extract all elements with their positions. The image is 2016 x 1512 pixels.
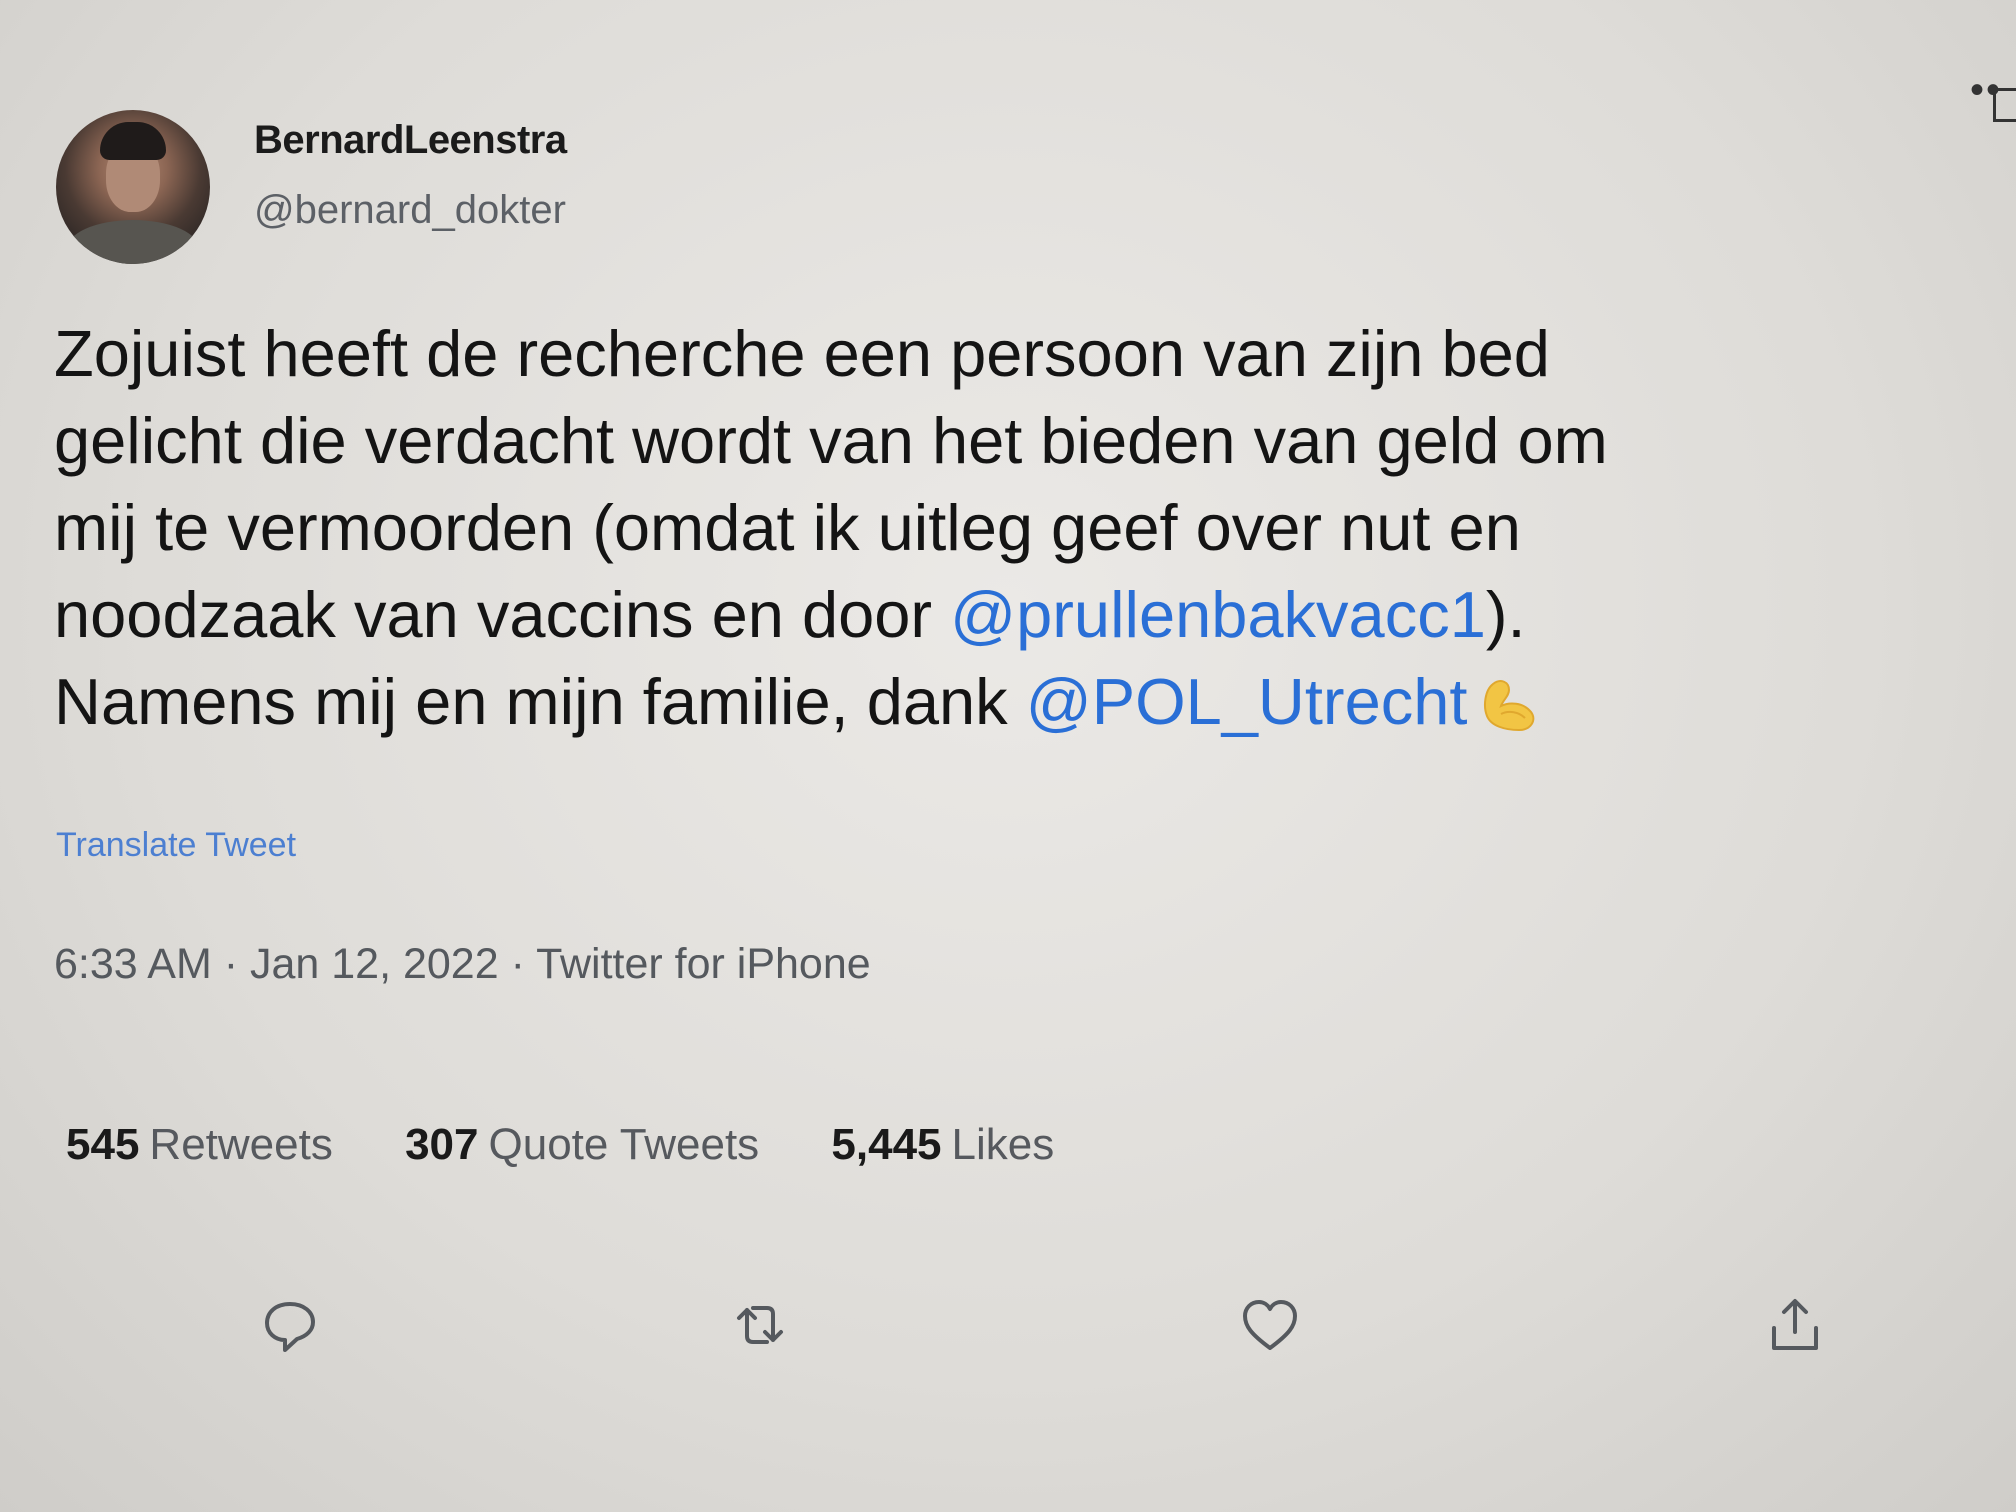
reply-icon <box>265 1302 315 1352</box>
tweet-text-segment: Namens mij en mijn familie, dank <box>54 665 1026 738</box>
display-name[interactable]: BernardLeenstra <box>254 118 567 163</box>
mention-link[interactable]: @POL_Utrecht <box>1026 665 1468 738</box>
retweets-count: 545 <box>66 1120 140 1169</box>
flexed-biceps-emoji <box>1479 666 1541 732</box>
heart-icon <box>1243 1300 1297 1350</box>
mention-link[interactable]: @prullenbakvacc1 <box>950 578 1486 651</box>
retweets-label: Retweets <box>149 1120 333 1169</box>
avatar-shirt <box>66 220 200 264</box>
retweets-stat[interactable]: 545 Retweets <box>66 1120 333 1169</box>
reply-button[interactable] <box>255 1290 325 1360</box>
tweet-line: Namens mij en mijn familie, dank @POL_Ut… <box>54 658 1994 745</box>
quote-tweets-stat[interactable]: 307 Quote Tweets <box>405 1120 759 1169</box>
quote-tweets-count: 307 <box>405 1120 479 1169</box>
tweet-line: noodzaak van vaccins en door @prullenbak… <box>54 571 1994 658</box>
tweet-text-segment: ). <box>1485 578 1526 651</box>
likes-count: 5,445 <box>831 1120 942 1169</box>
likes-label: Likes <box>951 1120 1055 1169</box>
retweet-icon <box>737 1306 783 1344</box>
tweet-stats: 545 Retweets 307 Quote Tweets 5,445 Likes <box>66 1120 1114 1170</box>
tweet-line: mij te vermoorden (omdat ik uitleg geef … <box>54 491 1521 564</box>
tweet-text: Zojuist heeft de recherche een persoon v… <box>54 310 1994 745</box>
quote-tweets-label: Quote Tweets <box>488 1120 760 1169</box>
avatar[interactable] <box>56 110 210 264</box>
share-button[interactable] <box>1760 1290 1830 1360</box>
like-button[interactable] <box>1235 1290 1305 1360</box>
likes-stat[interactable]: 5,445 Likes <box>831 1120 1054 1169</box>
user-handle[interactable]: @bernard_dokter <box>254 188 566 233</box>
share-icon <box>1772 1299 1818 1350</box>
avatar-hair <box>100 122 166 160</box>
translate-tweet-link[interactable]: Translate Tweet <box>56 826 296 865</box>
edge-icon <box>1993 88 2016 122</box>
tweet-line: gelicht die verdacht wordt van het biede… <box>54 404 1608 477</box>
tweet-screen: •• BernardLeenstra @bernard_dokter Zojui… <box>0 0 2016 1512</box>
tweet-line: Zojuist heeft de recherche een persoon v… <box>54 317 1550 390</box>
retweet-button[interactable] <box>725 1290 795 1360</box>
tweet-text-segment: noodzaak van vaccins en door <box>54 578 951 651</box>
tweet-meta: 6:33 AM · Jan 12, 2022 · Twitter for iPh… <box>54 940 871 988</box>
